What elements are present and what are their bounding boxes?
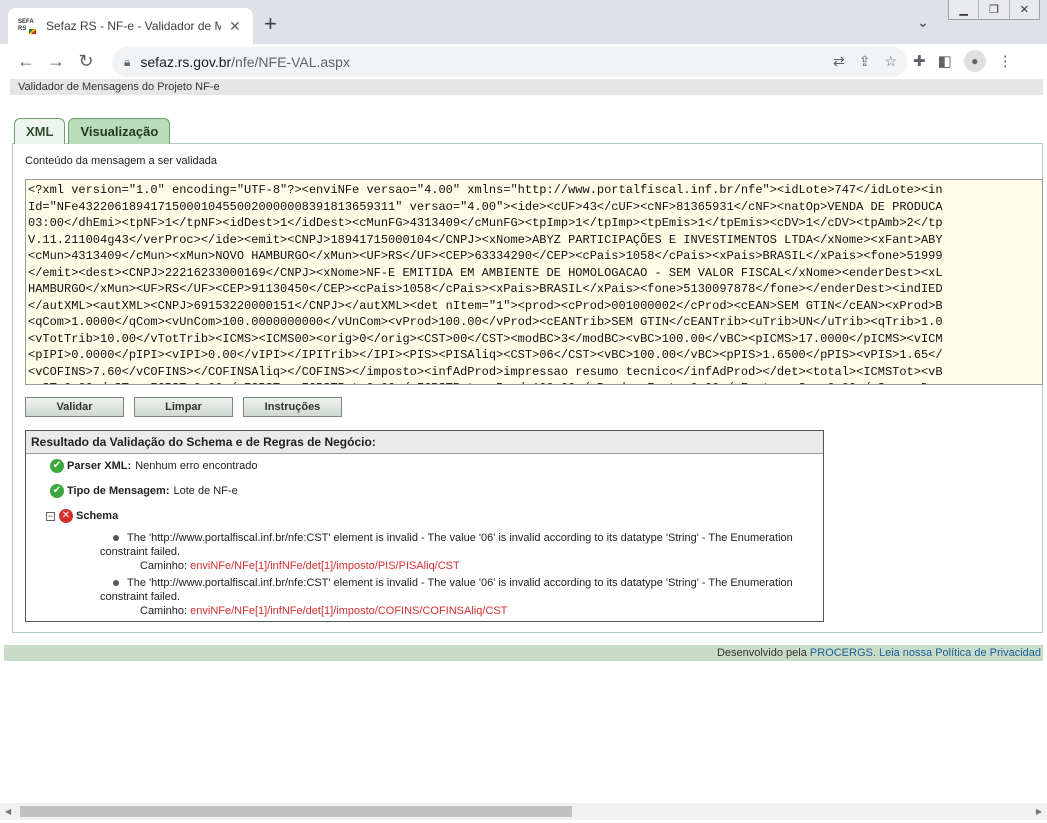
tab-xml[interactable]: XML: [14, 118, 66, 144]
error-message: The 'http://www.portalfiscal.inf.br/nfe:…: [127, 532, 793, 544]
validate-button[interactable]: Validar: [25, 397, 124, 417]
new-tab-icon[interactable]: +: [264, 13, 277, 35]
schema-label: Schema: [76, 510, 119, 522]
scrollbar-thumb[interactable]: [20, 806, 572, 817]
error-message-cont: constraint failed.: [100, 546, 181, 558]
path-label: Caminho:: [140, 605, 188, 617]
back-arrow-icon[interactable]: ←: [11, 47, 41, 77]
schema-row: − ✕ Schema: [46, 509, 122, 523]
content-label: Conteúdo da mensagem a ser validada: [25, 155, 218, 167]
close-window-icon[interactable]: ✕: [1008, 0, 1039, 19]
browser-toolbar: ← → ↻ 🔒︎ sefaz.rs.gov.br/nfe/NFE-VAL.asp…: [0, 44, 1047, 79]
type-label: Tipo de Mensagem:: [67, 485, 170, 497]
path-label: Caminho:: [140, 560, 188, 572]
tab-title: Sefaz RS - NF-e - Validador de Mens: [46, 19, 221, 33]
schema-error-item: The 'http://www.portalfiscal.inf.br/nfe:…: [100, 576, 820, 618]
result-title: Resultado da Validação do Schema e de Re…: [26, 431, 823, 454]
reload-icon[interactable]: ↻: [71, 47, 101, 77]
chevron-down-icon[interactable]: ⌄: [917, 14, 929, 31]
xml-textarea[interactable]: <?xml version="1.0" encoding="UTF-8"?><e…: [25, 179, 1043, 385]
check-icon: ✔: [50, 484, 64, 498]
page-header: Validador de Mensagens do Projeto NF-e: [10, 79, 1043, 95]
error-path: enviNFe/NFe[1]/infNFe/det[1]/imposto/PIS…: [190, 560, 460, 572]
schema-error-item: The 'http://www.portalfiscal.inf.br/nfe:…: [100, 531, 820, 573]
forward-arrow-icon[interactable]: →: [41, 47, 71, 77]
message-type-row: ✔ Tipo de Mensagem: Lote de NF-e: [50, 484, 238, 498]
footer-text: Desenvolvido pela: [716, 647, 807, 659]
menu-kebab-icon[interactable]: ⋮: [998, 52, 1013, 70]
tab-strip: SEFA RS Sefaz RS - NF-e - Validador de M…: [0, 0, 1047, 44]
collapse-icon[interactable]: −: [46, 511, 55, 521]
bookmark-star-icon[interactable]: ☆: [884, 53, 897, 70]
action-buttons: Validar Limpar Instruções: [25, 397, 342, 417]
scroll-left-arrow-icon[interactable]: ◀: [5, 807, 11, 816]
address-bar[interactable]: 🔒︎ sefaz.rs.gov.br/nfe/NFE-VAL.aspx ⇄ ⇪ …: [112, 47, 907, 77]
check-icon: ✔: [50, 459, 64, 473]
scroll-right-arrow-icon[interactable]: ▶: [1036, 807, 1042, 816]
sefaz-favicon-icon: SEFA RS: [18, 17, 36, 35]
view-tabs: XML Visualização: [14, 118, 171, 144]
error-path: enviNFe/NFe[1]/infNFe/det[1]/imposto/COF…: [190, 605, 508, 617]
extensions-puzzle-icon[interactable]: ✚: [913, 52, 926, 70]
error-x-icon: ✕: [59, 509, 73, 523]
profile-avatar-icon[interactable]: ●: [963, 50, 986, 72]
restore-icon[interactable]: ❐: [978, 0, 1008, 19]
type-value: Lote de NF-e: [173, 485, 238, 497]
horizontal-scrollbar[interactable]: ◀ ▶: [0, 803, 1047, 820]
clear-button[interactable]: Limpar: [134, 397, 233, 417]
parser-value: Nenhum erro encontrado: [135, 460, 258, 472]
parser-result-row: ✔ Parser XML: Nenhum erro encontrado: [50, 459, 258, 473]
close-tab-icon[interactable]: ✕: [229, 18, 241, 35]
window-controls: ▁ ❐ ✕: [948, 0, 1040, 20]
lock-icon[interactable]: 🔒︎: [124, 55, 130, 70]
url-text: sefaz.rs.gov.br/nfe/NFE-VAL.aspx: [140, 54, 350, 70]
favicon-text: SEFA: [18, 19, 34, 25]
minimize-icon[interactable]: ▁: [949, 0, 978, 19]
error-path-line: Caminho: enviNFe/NFe[1]/infNFe/det[1]/im…: [100, 604, 820, 618]
translate-icon[interactable]: ⇄: [833, 53, 845, 70]
bullet-icon: [113, 579, 119, 586]
footer-link[interactable]: PROCERGS. Leia nossa Política de Privaci…: [810, 647, 1041, 659]
side-panel-icon[interactable]: ◧: [938, 52, 952, 70]
bullet-icon: [113, 534, 119, 541]
tab-visualizacao[interactable]: Visualização: [68, 118, 171, 144]
share-icon[interactable]: ⇪: [859, 53, 871, 70]
error-path-line: Caminho: enviNFe/NFe[1]/infNFe/det[1]/im…: [100, 559, 820, 573]
parser-label: Parser XML:: [67, 460, 132, 472]
browser-tab[interactable]: SEFA RS Sefaz RS - NF-e - Validador de M…: [8, 8, 253, 44]
error-message: The 'http://www.portalfiscal.inf.br/nfe:…: [127, 577, 793, 589]
instructions-button[interactable]: Instruções: [243, 397, 342, 417]
error-message-cont: constraint failed.: [100, 591, 181, 603]
page-footer: Desenvolvido pela PROCERGS. Leia nossa P…: [4, 645, 1043, 661]
validation-result-panel: Resultado da Validação do Schema e de Re…: [25, 430, 824, 622]
